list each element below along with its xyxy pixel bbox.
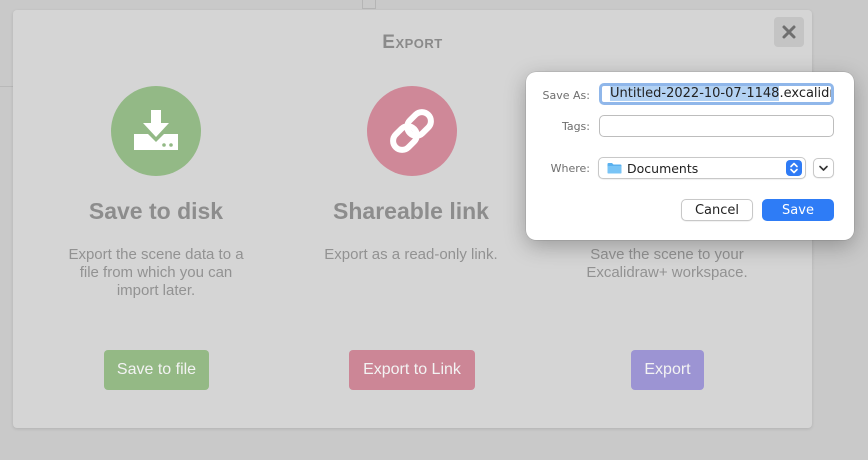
card-description-line: file from which you can: [79, 264, 233, 281]
save-as-input[interactable]: Untitled-2022-10-07-1148.excalidraw: [599, 83, 834, 105]
save-as-extension-text: .excalidraw: [779, 86, 831, 101]
card-description-line: Excalidraw+ workspace.: [586, 264, 748, 281]
card-description: Save the scene to your Excalidraw+ works…: [532, 246, 802, 282]
card-description-line: Save the scene to your: [590, 246, 744, 263]
expand-dialog-button[interactable]: [813, 158, 834, 178]
close-icon: [782, 25, 796, 39]
save-dialog: Save As: Untitled-2022-10-07-1148.excali…: [526, 72, 854, 240]
canvas-shape-fragment: [362, 0, 376, 9]
folder-icon: [607, 163, 622, 174]
save-as-label: Save As:: [542, 89, 590, 102]
canvas-guide-line: [0, 86, 14, 87]
save-to-file-button[interactable]: Save to file: [104, 350, 209, 390]
card-description: Export the scene data to a file from whi…: [21, 246, 291, 300]
cancel-button[interactable]: Cancel: [681, 199, 753, 221]
modal-title: Export: [382, 32, 443, 53]
save-button[interactable]: Save: [762, 199, 834, 221]
where-select[interactable]: Documents: [598, 157, 806, 179]
shareable-link-icon-circle: [367, 86, 457, 176]
card-description-line: Export the scene data to a: [68, 246, 244, 263]
card-description-line: import later.: [116, 282, 196, 299]
export-to-link-button[interactable]: Export to Link: [349, 350, 475, 390]
card-heading: Shareable link: [333, 198, 489, 224]
where-value: Documents: [627, 161, 699, 176]
export-plus-button[interactable]: Export: [631, 350, 704, 390]
save-to-disk-icon-circle: [111, 86, 201, 176]
card-description: Export as a read-only link.: [276, 246, 546, 264]
select-stepper[interactable]: [786, 160, 802, 176]
tags-input[interactable]: [599, 115, 834, 137]
link-icon: [390, 109, 434, 153]
up-down-chevron-icon: [790, 162, 798, 174]
close-button[interactable]: [774, 17, 804, 47]
card-heading: Save to disk: [88, 198, 224, 224]
where-label: Where:: [550, 162, 590, 175]
card-description-line: Export as a read-only link.: [324, 246, 498, 263]
download-icon: [134, 110, 178, 150]
tags-label: Tags:: [561, 120, 590, 133]
chevron-down-icon: [819, 165, 828, 171]
save-as-selected-text: Untitled-2022-10-07-1148: [610, 86, 780, 101]
